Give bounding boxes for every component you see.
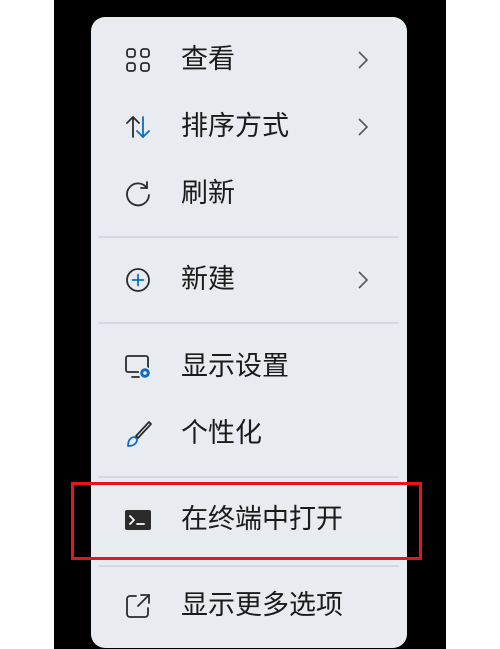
menu-divider (99, 322, 399, 324)
chevron-right-icon (350, 267, 376, 293)
menu-item-label: 在终端中打开 (181, 504, 343, 535)
menu-item-refresh[interactable]: 刷新 (91, 165, 407, 223)
menu-item-display-settings[interactable]: 显示设置 (91, 338, 407, 396)
plus-circle-icon (123, 265, 153, 295)
menu-item-label: 个性化 (181, 418, 262, 449)
menu-item-show-more-options[interactable]: 显示更多选项 (91, 577, 407, 635)
menu-item-new[interactable]: 新建 (91, 251, 407, 309)
paintbrush-icon (123, 419, 153, 449)
chevron-right-icon (350, 47, 376, 73)
sort-arrows-icon (123, 112, 153, 142)
menu-item-open-in-terminal[interactable]: 在终端中打开 (91, 491, 407, 549)
menu-item-view[interactable]: 查看 (91, 31, 407, 89)
menu-item-label: 显示设置 (181, 351, 289, 382)
open-external-icon (123, 591, 153, 621)
menu-divider (99, 565, 399, 567)
chevron-right-icon (350, 114, 376, 140)
menu-item-sort-by[interactable]: 排序方式 (91, 98, 407, 156)
grid-view-icon (123, 45, 153, 75)
menu-divider (99, 476, 399, 478)
display-settings-icon (123, 352, 153, 382)
menu-item-label: 刷新 (181, 178, 235, 209)
menu-item-label: 排序方式 (181, 111, 289, 142)
menu-divider (99, 236, 399, 238)
menu-item-label: 查看 (181, 44, 235, 75)
context-menu: 查看 排序方式 刷新 新建 显示设置 个性化 在终端中打开 显示更多选项 (91, 17, 407, 648)
menu-item-label: 显示更多选项 (181, 590, 343, 621)
refresh-icon (123, 179, 153, 209)
terminal-icon (123, 505, 153, 535)
menu-item-label: 新建 (181, 264, 235, 295)
menu-item-personalize[interactable]: 个性化 (91, 405, 407, 463)
